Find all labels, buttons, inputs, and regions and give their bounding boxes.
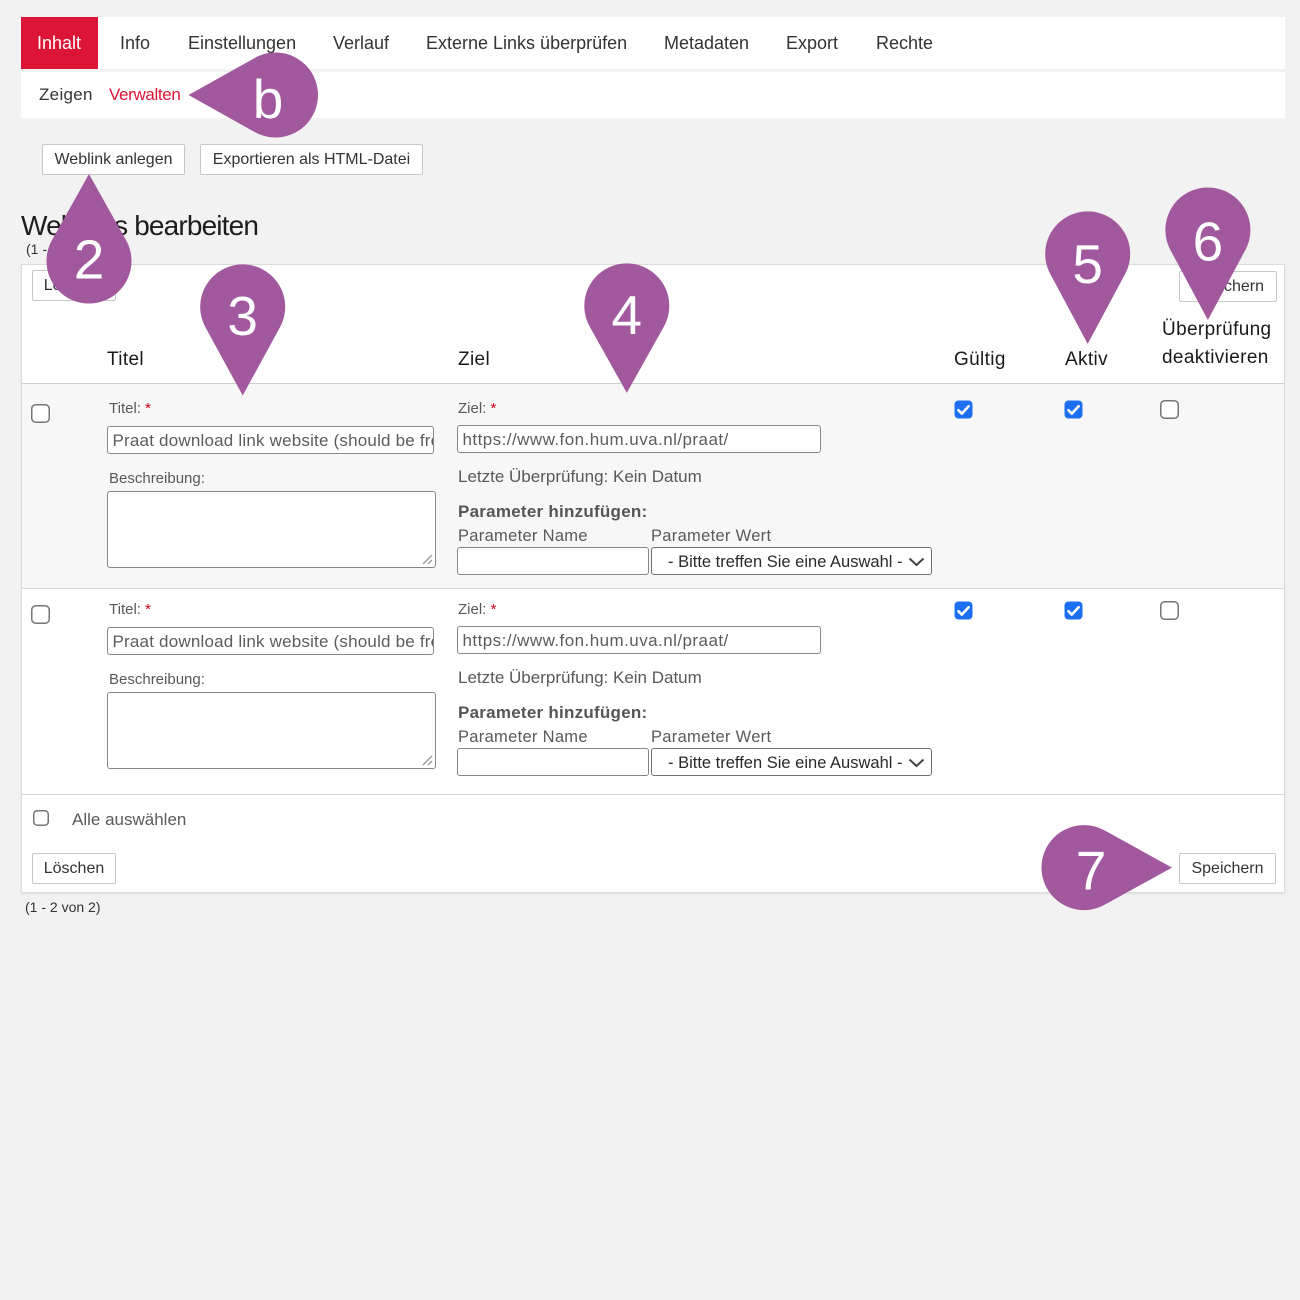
svg-text:b: b	[253, 68, 284, 130]
svg-text:3: 3	[227, 285, 258, 347]
svg-text:6: 6	[1193, 211, 1224, 273]
svg-text:5: 5	[1072, 233, 1103, 295]
svg-text:7: 7	[1076, 840, 1107, 902]
svg-text:4: 4	[612, 284, 643, 346]
svg-text:2: 2	[74, 229, 105, 291]
